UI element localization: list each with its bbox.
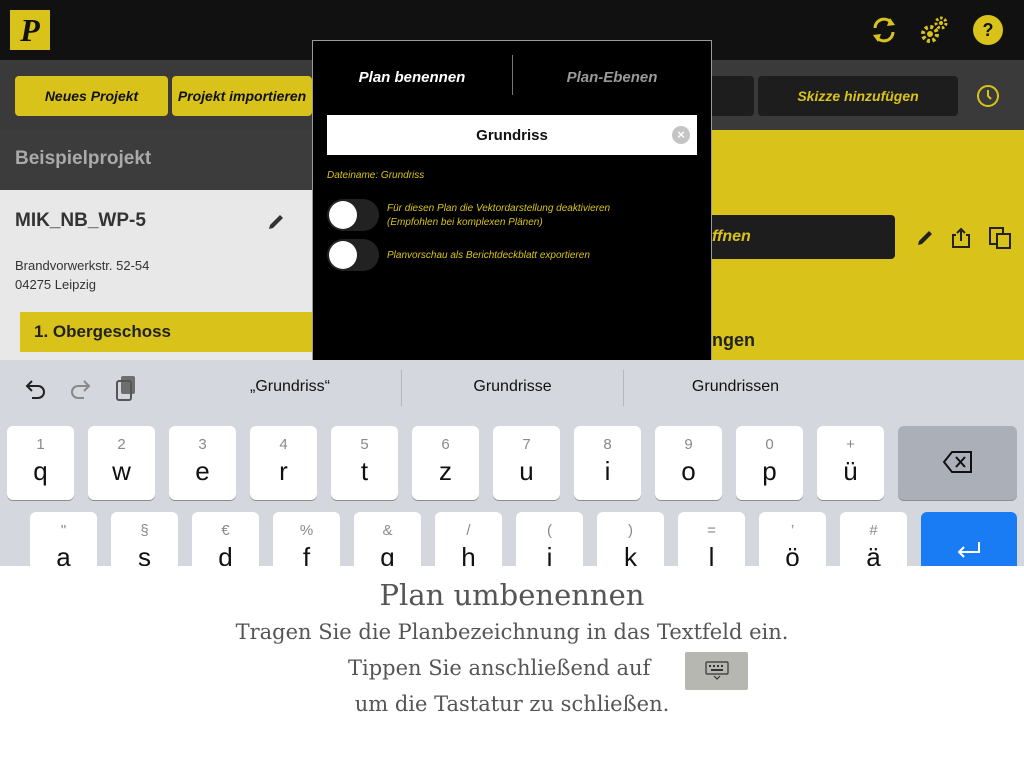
tab-plan-ebenen[interactable]: Plan-Ebenen [513,57,711,97]
key-r[interactable]: 4r [250,426,317,500]
key-q[interactable]: 1q [7,426,74,500]
app-logo[interactable]: P [10,10,50,50]
key-e[interactable]: 3e [169,426,236,500]
import-project-button[interactable]: Projekt importieren [172,76,312,116]
instruction-line-3: um die Tastatur zu schließen. [354,692,670,716]
settings-gear-icon[interactable] [918,14,950,46]
key-i[interactable]: 8i [574,426,641,500]
clock-icon[interactable] [976,84,1000,108]
svg-text:?: ? [983,20,994,40]
plan-name-field[interactable] [327,115,697,155]
instruction-line-2: Tippen Sie anschließend auf [348,656,651,680]
edit-pencil-icon[interactable] [266,212,286,232]
project-name: MIK_NB_WP-5 [15,210,146,231]
share-icon[interactable] [950,227,972,249]
vector-display-label: Für diesen Plan die Vektordarstellung de… [387,203,611,228]
instruction-line-1: Tragen Sie die Planbezeichnung in das Te… [235,620,789,644]
clear-text-icon[interactable]: × [672,126,690,144]
key-ue[interactable]: + ü [817,426,884,500]
key-z[interactable]: 6z [412,426,479,500]
dismiss-keyboard-icon [685,652,748,690]
cover-export-toggle[interactable] [327,239,379,271]
key-w[interactable]: 2w [88,426,155,500]
project-header: Beispielprojekt [0,130,312,190]
cover-export-label: Planvorschau als Berichtdeckblatt export… [387,250,590,261]
backspace-icon [942,451,972,473]
plan-name-input[interactable] [327,115,697,155]
floor-item[interactable]: 1. Obergeschoss [20,312,312,352]
help-icon[interactable]: ? [972,14,1004,46]
return-icon [957,542,980,558]
prediction-1[interactable]: „Grundriss“ [180,370,400,404]
toolbar-partial-button[interactable] [712,76,754,116]
vector-display-toggle[interactable] [327,199,379,231]
section-label-partial: ngen [712,330,755,350]
edit-pencil-icon[interactable] [915,228,935,248]
backspace-key[interactable] [898,426,1017,500]
project-address-city: 04275 Leipzig [15,277,96,292]
filename-label: Dateiname: Grundriss [327,170,425,181]
project-address-street: Brandvorwerkstr. 52-54 [15,258,150,273]
toggle-knob [329,241,357,269]
prediction-2[interactable]: Grundrisse [402,370,623,404]
open-plan-button[interactable]: ffnen [712,215,895,259]
paste-clipboard-icon[interactable] [114,374,138,402]
key-o[interactable]: 9o [655,426,722,500]
key-t[interactable]: 5t [331,426,398,500]
toggle-knob [329,201,357,229]
prediction-3[interactable]: Grundrissen [624,370,847,404]
duplicate-plan-icon[interactable] [988,226,1012,250]
instruction-title: Plan umbenennen [379,578,645,612]
new-project-button[interactable]: Neues Projekt [15,76,168,116]
redo-icon[interactable] [68,376,94,400]
key-p[interactable]: 0p [736,426,803,500]
add-sketch-button[interactable]: Skizze hinzufügen [758,76,958,116]
key-u[interactable]: 7u [493,426,560,500]
sync-icon[interactable] [868,14,900,46]
undo-icon[interactable] [22,376,48,400]
tab-plan-benennen[interactable]: Plan benennen [312,57,512,97]
